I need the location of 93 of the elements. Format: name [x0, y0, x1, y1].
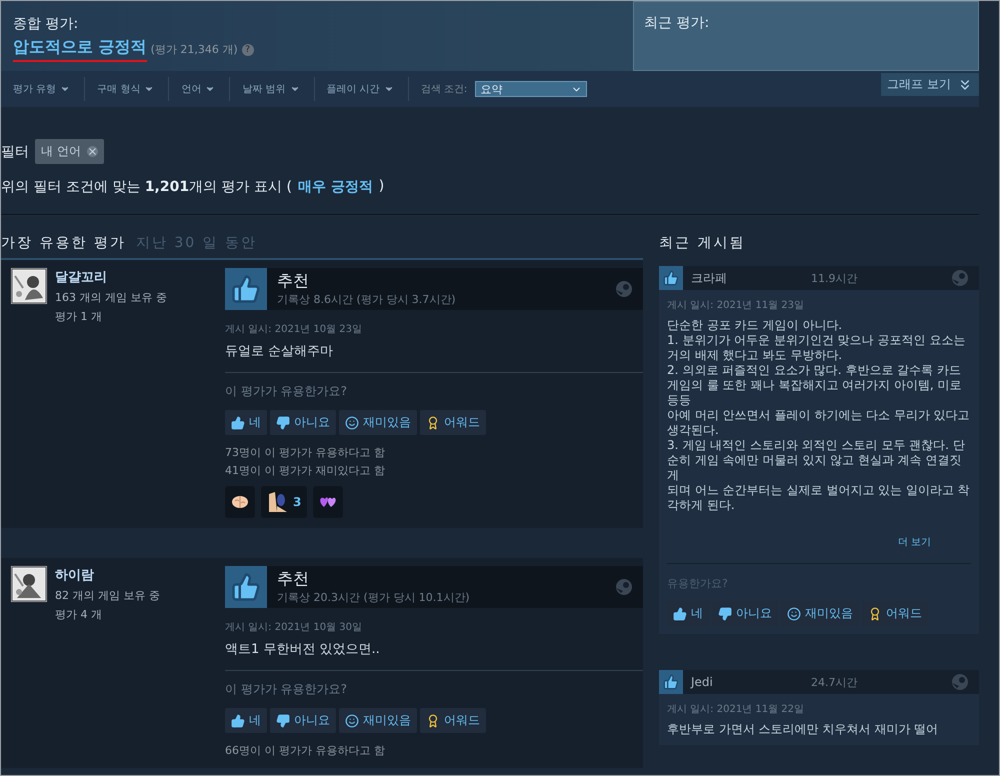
- section-title: 가장 유용한 평가: [1, 234, 126, 252]
- thumbs-down-icon: [718, 606, 732, 620]
- vote-stat: 41명이 이 평가가 재미있다고 함: [225, 463, 386, 478]
- vote-stat: 73명이 이 평가가 유용하다고 함: [225, 445, 386, 460]
- vote-button[interactable]: 네: [667, 601, 709, 626]
- filter-menu[interactable]: 구매 형식: [85, 77, 170, 101]
- period-text: 지난 30 일 동안: [136, 234, 258, 252]
- vote-button[interactable]: 네: [225, 708, 267, 733]
- filter-menu[interactable]: 플레이 시간: [314, 77, 409, 101]
- section-title: 최근 게시됨: [659, 234, 746, 252]
- author-name[interactable]: Jedi: [691, 675, 811, 689]
- author-name[interactable]: 크라페: [691, 270, 811, 286]
- vote-button[interactable]: 재미있음: [339, 410, 417, 435]
- filter-menu[interactable]: 날짜 범위: [230, 77, 315, 101]
- smile-icon: [787, 606, 801, 620]
- circle-logo-icon: [951, 269, 969, 287]
- games-owned: 82 개의 게임 보유 중: [55, 588, 160, 603]
- review-text: 단순한 공포 카드 게임이 아니다. 1. 분위기가 어두운 분위기인건 맞으나 공포적인 요소는 거의 배제 했다고 봐도 무방하다. 2. 의외로 퍼즐적인 요소가 많다. 후반으로 갈수록 카드게임의 룰 또한 꽤나 복잡해지고 여러가지 아이템, 미로 등등 아예 머리 안쓰면서 플레이 하기에는 다소 무리가 있다고 생각된다. 3. 게임 내적인 스토리와 외적인 스토리 모두 괜찮다. 단순히 게임 속에만 머물러 있지 않고 현실과 계속 연결짓게 되며 어느 순간부터는 실제로 벌어지고 있는 일이라고 착각하게 된다.: [667, 318, 971, 513]
- award-button[interactable]: 어워드: [420, 708, 486, 733]
- thumbs-down-icon: [276, 416, 290, 430]
- thumbs-up-icon: [231, 274, 261, 304]
- caret-icon: [144, 84, 154, 94]
- author-name[interactable]: 하이람: [55, 566, 160, 584]
- verdict-title: 추천: [277, 271, 310, 292]
- award-button[interactable]: 어워드: [420, 410, 486, 435]
- hearts-icon: [319, 495, 338, 509]
- filter-menu[interactable]: 평가 유형: [1, 77, 86, 101]
- playtime-text: 24.7시간: [811, 674, 858, 690]
- post-date: 게시 일시: 2021년 10월 30일: [225, 621, 363, 634]
- caret-icon: [384, 84, 394, 94]
- award-icon: [426, 416, 440, 430]
- thumbs-up-icon: [663, 674, 679, 690]
- thumbs-up-icon: [231, 416, 245, 430]
- post-date: 게시 일시: 2021년 11월 23일: [667, 299, 805, 312]
- award-button[interactable]: 어워드: [862, 601, 928, 626]
- vote-stat: 66명이 이 평가가 유용하다고 함: [225, 743, 386, 758]
- review-text: 듀얼로 순살해주마: [225, 342, 643, 373]
- post-date: 게시 일시: 2021년 11월 22일: [667, 703, 805, 716]
- thumbs-down-icon: [276, 714, 290, 728]
- award-chip[interactable]: [313, 486, 344, 518]
- vote-button[interactable]: 아니요: [712, 601, 778, 626]
- vote-button[interactable]: 재미있음: [339, 708, 417, 733]
- vote-button[interactable]: 아니요: [270, 410, 336, 435]
- rating-text: 압도적으로 긍정적: [13, 37, 147, 62]
- brain-icon: [231, 495, 249, 509]
- overall-label: 종합 평가:: [13, 15, 80, 33]
- award-icon: [426, 714, 440, 728]
- review-count: (평가 21,346 개): [150, 42, 238, 57]
- caret-icon: [60, 84, 70, 94]
- review-text: 액트1 무한버전 있었으면..: [225, 640, 643, 671]
- review-total: 평가 4 개: [55, 607, 103, 622]
- rating-link[interactable]: 매우 긍정적: [298, 178, 373, 196]
- read-more-link[interactable]: 더 보기: [667, 535, 971, 549]
- thumbs-up-icon: [231, 714, 245, 728]
- verdict-title: 추천: [277, 569, 310, 590]
- recent-label: 최근 평가:: [644, 14, 710, 32]
- search-select[interactable]: 요약: [475, 81, 588, 97]
- playtime-text: 기록상 8.6시간 (평가 당시 3.7시간): [277, 292, 457, 307]
- award-chip[interactable]: 3: [261, 486, 308, 518]
- playtime-text: 기록상 20.3시간 (평가 당시 10.1시간): [277, 590, 471, 605]
- figure-icon: [267, 490, 289, 514]
- post-date: 게시 일시: 2021년 10월 23일: [225, 323, 363, 336]
- playtime-text: 11.9시간: [811, 270, 858, 286]
- author-name[interactable]: 달걀꼬리: [55, 268, 167, 286]
- vote-button[interactable]: 아니요: [270, 708, 336, 733]
- games-owned: 163 개의 게임 보유 중: [55, 290, 167, 305]
- vote-button[interactable]: 네: [225, 410, 267, 435]
- graph-button[interactable]: 그래프 보기: [881, 73, 979, 96]
- smile-icon: [345, 714, 359, 728]
- helpful-question: 이 평가가 유용한가요?: [225, 681, 348, 698]
- circle-logo-icon: [951, 673, 969, 691]
- filter-menu[interactable]: 언어: [169, 77, 230, 101]
- filter-tag[interactable]: 내 언어: [35, 139, 104, 164]
- thumbs-up-icon: [231, 572, 261, 602]
- filter-label: 필터: [1, 142, 29, 160]
- caret-icon: [290, 84, 300, 94]
- close-icon: [86, 146, 98, 157]
- review-total: 평가 1 개: [55, 309, 103, 324]
- caret-icon: [205, 84, 216, 94]
- circle-logo-icon: [615, 280, 633, 298]
- summary-end: ): [378, 178, 384, 196]
- thumbs-up-icon: [673, 606, 687, 620]
- helpful-question: 이 평가가 유용한가요?: [225, 383, 348, 400]
- review-text: 후반부로 가면서 스토리에만 치우쳐서 재미가 떨어: [667, 722, 940, 737]
- circle-logo-icon: [615, 578, 633, 596]
- award-count: 3: [293, 495, 302, 509]
- award-icon: [868, 606, 882, 620]
- smile-icon: [345, 416, 359, 430]
- filter-summary: 위의 필터 조건에 맞는 1,201개의 평가 표시 (: [1, 178, 292, 196]
- thumbs-up-icon: [663, 270, 679, 286]
- vote-button[interactable]: 재미있음: [781, 601, 859, 626]
- search-label: 검색 조건:: [420, 83, 468, 96]
- award-chip[interactable]: [225, 486, 255, 518]
